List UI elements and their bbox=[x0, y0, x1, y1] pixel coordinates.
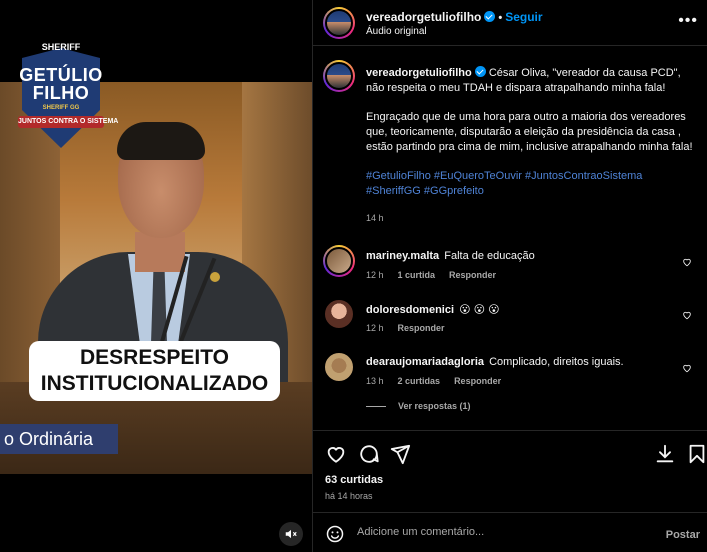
comment-body: Complicado, direitos iguais. bbox=[489, 356, 624, 368]
post-media[interactable]: o Ordinária SHERIFF GETÚLIO FILHO SHERIF… bbox=[0, 0, 312, 552]
comment-meta: 12 h Responder bbox=[366, 323, 459, 333]
bookmark-icon[interactable] bbox=[686, 443, 707, 465]
session-nameplate: o Ordinária bbox=[0, 424, 118, 454]
hashtag-link[interactable]: #GetulioFilho bbox=[366, 170, 431, 182]
caption-username[interactable]: vereadorgetuliofilho bbox=[366, 67, 472, 79]
post-comment-button[interactable]: Postar bbox=[666, 529, 700, 541]
share-send-icon[interactable] bbox=[389, 443, 411, 465]
comment-text: doloresdomenici 😮 😮 😮 bbox=[366, 303, 656, 316]
commenter-avatar[interactable] bbox=[323, 351, 355, 383]
comment-composer: Postar bbox=[313, 512, 707, 552]
commenter-username[interactable]: mariney.malta bbox=[366, 250, 439, 262]
hashtag-link[interactable]: #EuQueroTeOuvir bbox=[434, 170, 522, 182]
comment-likes[interactable]: 1 curtida bbox=[398, 270, 436, 280]
hashtag-link[interactable]: #JuntosContraoSistema bbox=[525, 170, 642, 182]
heart-icon[interactable] bbox=[682, 257, 692, 267]
author-avatar[interactable] bbox=[323, 60, 355, 92]
author-avatar[interactable] bbox=[323, 7, 355, 39]
commenter-username[interactable]: dearaujomariadagloria bbox=[366, 356, 484, 368]
original-audio-link[interactable]: Áudio original bbox=[366, 26, 427, 37]
more-options-icon[interactable]: ••• bbox=[678, 12, 698, 30]
replies-line bbox=[366, 406, 386, 408]
verified-icon bbox=[484, 11, 496, 22]
hashtag-list: #GetulioFilho #EuQueroTeOuvir #JuntosCon… bbox=[366, 169, 699, 199]
view-replies-label: Ver respostas (1) bbox=[398, 401, 471, 411]
post-panel: vereadorgetuliofilho • Seguir Áudio origin… bbox=[312, 0, 707, 552]
commenter-username[interactable]: doloresdomenici bbox=[366, 304, 454, 316]
action-bar bbox=[313, 430, 707, 470]
logo-ribbon: JUNTOS CONTRA O SISTEMA bbox=[18, 116, 118, 128]
logo-name-text: GETÚLIO FILHO bbox=[19, 65, 103, 103]
commenter-avatar[interactable] bbox=[323, 298, 355, 330]
emoji-icon[interactable] bbox=[325, 524, 345, 544]
download-icon[interactable] bbox=[654, 443, 676, 465]
follow-button[interactable]: Seguir bbox=[505, 10, 542, 24]
like-heart-icon[interactable] bbox=[325, 443, 347, 465]
hashtag-link[interactable]: #GGprefeito bbox=[424, 185, 484, 197]
separator-dot: • bbox=[498, 12, 503, 24]
logo-top-text: SHERIFF bbox=[41, 42, 81, 52]
muted-speaker-icon bbox=[285, 529, 297, 539]
logo-sub-text: SHERIFF GG bbox=[42, 105, 80, 111]
reply-button[interactable]: Responder bbox=[449, 270, 496, 280]
sheriff-pin bbox=[210, 272, 220, 282]
comment-body: Falta de educação bbox=[444, 250, 535, 262]
comment-time[interactable]: 12 h bbox=[366, 323, 384, 333]
commenter-avatar[interactable] bbox=[323, 245, 355, 277]
hashtag-link[interactable]: #SheriffGG bbox=[366, 185, 421, 197]
reply-button[interactable]: Responder bbox=[398, 323, 445, 333]
likes-count[interactable]: 63 curtidas bbox=[325, 474, 383, 486]
speaker-neck bbox=[135, 232, 185, 272]
caption-timestamp[interactable]: 14 h bbox=[366, 211, 699, 226]
view-replies-button[interactable]: Ver respostas (1) bbox=[366, 401, 471, 411]
comment-item: mariney.malta Falta de educação 12 h 1 cu… bbox=[323, 245, 698, 285]
author-line: vereadorgetuliofilho • Seguir bbox=[366, 10, 543, 24]
caption-paragraph: Engraçado que de uma hora para outro a m… bbox=[366, 111, 693, 153]
comment-meta: 13 h 2 curtidas Responder bbox=[366, 376, 515, 386]
video-caption-overlay: DESRESPEITO INSTITUCIONALIZADO bbox=[29, 341, 280, 401]
comment-body: 😮 😮 😮 bbox=[459, 304, 500, 316]
comment-item: doloresdomenici 😮 😮 😮 12 h Responder bbox=[323, 298, 698, 338]
comment-likes[interactable]: 2 curtidas bbox=[398, 376, 441, 386]
caption-text: vereadorgetuliofilho César Oliva, "verea… bbox=[366, 66, 699, 226]
reply-button[interactable]: Responder bbox=[454, 376, 501, 386]
comment-text: mariney.malta Falta de educação bbox=[366, 250, 656, 262]
heart-icon[interactable] bbox=[682, 310, 692, 320]
author-username[interactable]: vereadorgetuliofilho bbox=[366, 10, 481, 24]
posted-time[interactable]: há 14 horas bbox=[325, 491, 373, 501]
comment-meta: 12 h 1 curtida Responder bbox=[366, 270, 510, 280]
comment-time[interactable]: 12 h bbox=[366, 270, 384, 280]
heart-icon[interactable] bbox=[682, 363, 692, 373]
comment-bubble-icon[interactable] bbox=[358, 443, 380, 465]
comment-input[interactable] bbox=[357, 522, 647, 542]
mute-button[interactable] bbox=[279, 522, 303, 546]
comment-time[interactable]: 13 h bbox=[366, 376, 384, 386]
sheriff-logo: SHERIFF GETÚLIO FILHO SHERIFF GG JUNTOS … bbox=[16, 40, 118, 152]
post-header: vereadorgetuliofilho • Seguir Áudio origin… bbox=[313, 0, 707, 46]
verified-icon bbox=[474, 66, 486, 77]
comment-item: dearaujomariadagloria Complicado, direit… bbox=[323, 351, 698, 391]
comment-text: dearaujomariadagloria Complicado, direit… bbox=[366, 356, 656, 368]
speaker-hair bbox=[117, 122, 205, 160]
